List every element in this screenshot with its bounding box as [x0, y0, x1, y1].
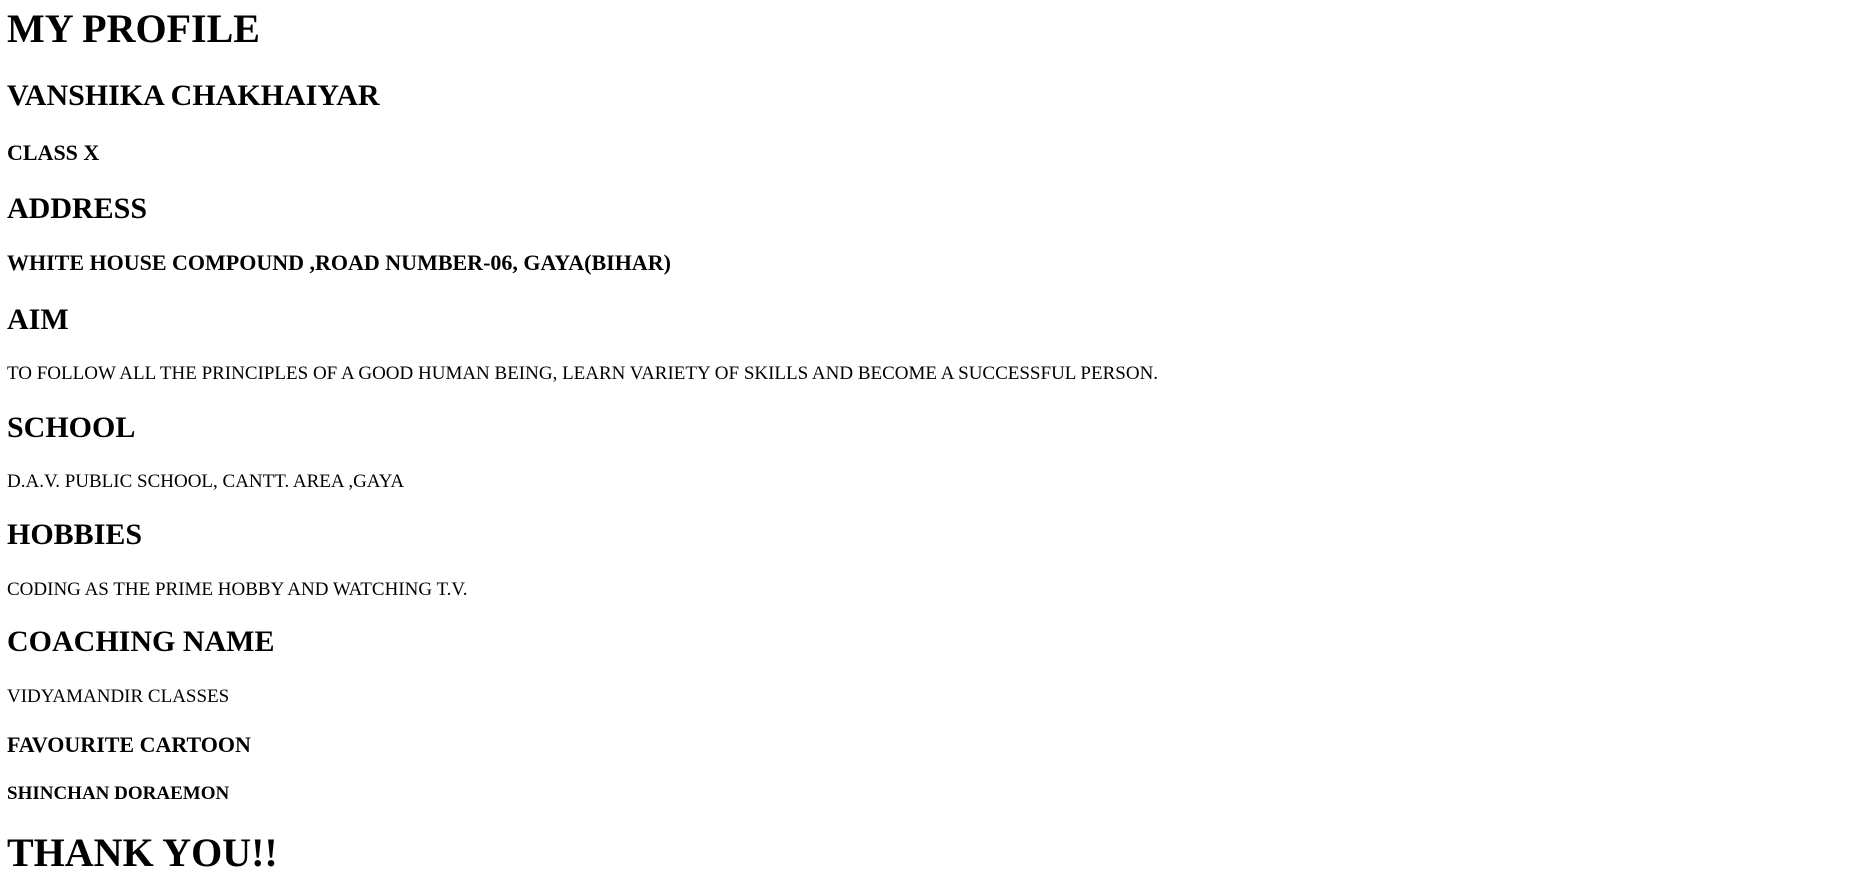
coaching-heading: COACHING NAME	[7, 625, 275, 658]
closing-message: THANK YOU!!	[7, 830, 278, 875]
school-heading: SCHOOL	[7, 411, 136, 444]
aim-text: TO FOLLOW ALL THE PRINCIPLES OF A GOOD H…	[7, 363, 1159, 384]
cartoon-heading: FAVOURITE CARTOON	[7, 732, 251, 757]
page-title: MY PROFILE	[7, 6, 260, 51]
aim-heading: AIM	[7, 303, 69, 336]
address-heading: ADDRESS	[7, 192, 148, 225]
address-text: WHITE HOUSE COMPOUND ,ROAD NUMBER-06, GA…	[7, 250, 671, 275]
profile-page: MY PROFILE VANSHIKA CHAKHAIYAR CLASS X A…	[0, 0, 1861, 875]
hobbies-heading: HOBBIES	[7, 518, 143, 551]
student-name: VANSHIKA CHAKHAIYAR	[7, 79, 380, 112]
hobbies-text: CODING AS THE PRIME HOBBY AND WATCHING T…	[7, 579, 468, 600]
cartoon-text: SHINCHAN DORAEMON	[7, 783, 230, 804]
student-class: CLASS X	[7, 140, 100, 165]
school-text: D.A.V. PUBLIC SCHOOL, CANTT. AREA ,GAYA	[7, 471, 405, 492]
coaching-text: VIDYAMANDIR CLASSES	[7, 686, 230, 707]
